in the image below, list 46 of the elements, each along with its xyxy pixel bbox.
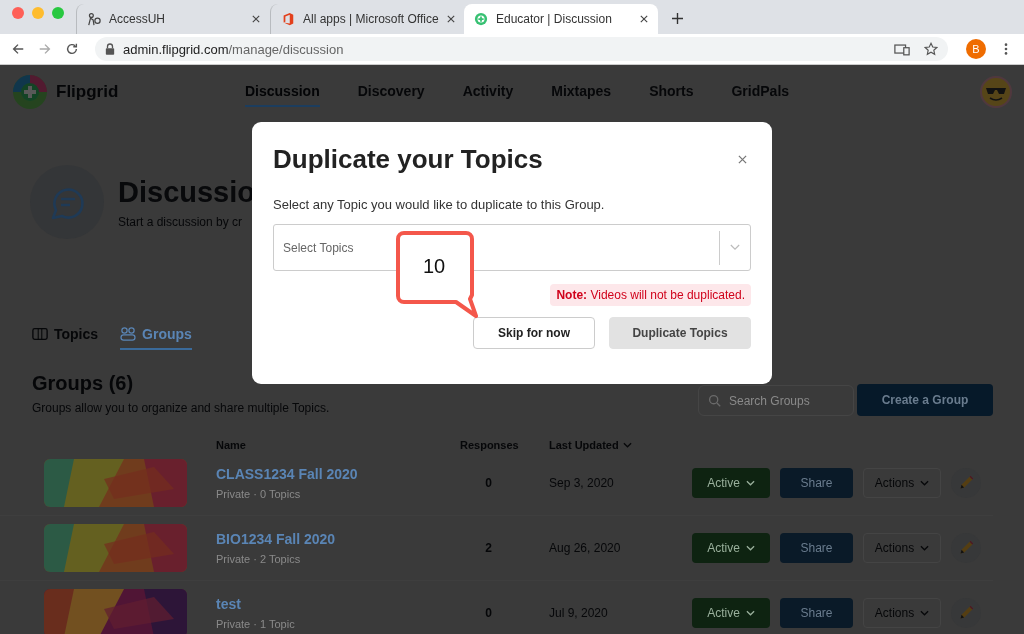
caret-icon (745, 610, 755, 616)
chevron-down-icon (730, 244, 740, 251)
address-field[interactable]: admin.flipgrid.com/manage/discussion (95, 37, 948, 61)
group-name-link[interactable]: test (216, 596, 241, 612)
search-field[interactable]: Search Groups (698, 385, 854, 416)
close-icon (737, 154, 747, 164)
new-tab-icon[interactable] (672, 13, 683, 24)
group-meta: Private · 0 Topics (216, 488, 301, 500)
skip-button[interactable]: Skip for now (473, 317, 595, 349)
cast-icon[interactable] (894, 42, 910, 56)
caret-icon (622, 442, 632, 448)
group-meta: Private · 1 Topic (216, 618, 295, 630)
caret-icon (920, 610, 930, 616)
reload-icon[interactable] (65, 42, 79, 56)
share-button[interactable]: Share (780, 598, 853, 628)
status-dropdown[interactable]: Active (692, 468, 770, 498)
warning-note: Note: Videos will not be duplicated. (550, 284, 751, 306)
bookmark-star-icon[interactable] (924, 42, 938, 56)
caret-icon (920, 545, 930, 551)
browser-tab[interactable]: Educator | Discussion (464, 4, 658, 34)
profile-button[interactable]: B (966, 39, 986, 59)
figure-icon (87, 12, 101, 26)
group-name-link[interactable]: CLASS1234 Fall 2020 (216, 466, 358, 482)
caret-icon (920, 480, 930, 486)
grid-card-icon (32, 327, 48, 341)
dialog-instructions: Select any Topic you would like to duplicate to this Group. (273, 197, 606, 212)
search-icon (708, 394, 721, 407)
section-tab[interactable]: Groups (120, 326, 192, 350)
nav-link[interactable]: Discussion (245, 77, 320, 107)
share-button[interactable]: Share (780, 468, 853, 498)
lock-icon (105, 43, 115, 55)
group-meta: Private · 2 Topics (216, 553, 301, 565)
close-tab-icon[interactable] (446, 15, 455, 23)
status-dropdown[interactable]: Active (692, 533, 770, 563)
group-name-link[interactable]: BIO1234 Fall 2020 (216, 531, 336, 547)
people-icon (120, 327, 137, 341)
dialog-title: Duplicate your Topics (273, 144, 543, 175)
back-icon[interactable] (11, 42, 25, 56)
create-group-button[interactable]: Create a Group (857, 384, 993, 416)
close-tab-icon[interactable] (640, 15, 648, 23)
caret-icon (745, 480, 755, 486)
close-tab-icon[interactable] (252, 15, 260, 23)
status-dropdown[interactable]: Active (692, 598, 770, 628)
menu-icon[interactable] (1004, 42, 1008, 56)
caret-icon (745, 545, 755, 551)
share-button[interactable]: Share (780, 533, 853, 563)
